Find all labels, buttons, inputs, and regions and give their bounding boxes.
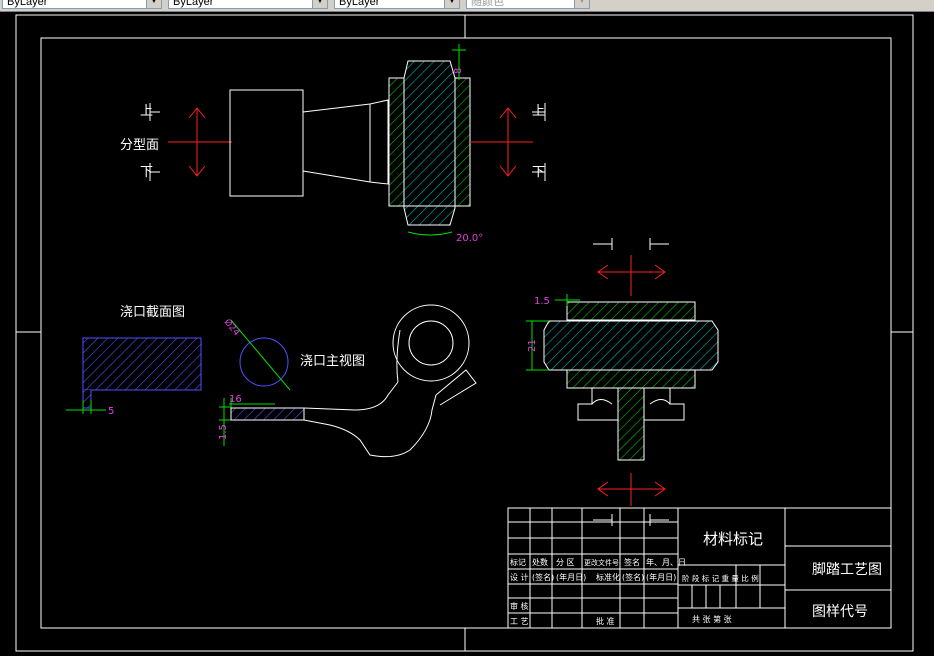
drawing-canvas[interactable]: 上 分型面 下 8 20.0° 上 下 浇口截面图 5 Ø24 浇口主视图 16… (0, 12, 934, 656)
lineweight-combo-value: ByLayer (339, 0, 380, 8)
parting-surface-label: 分型面 (120, 138, 159, 153)
hub-section-view: 1.5 21 (526, 238, 719, 506)
cad-application-window: ByLayer ▼ ByLayer ▼ ByLayer ▼ 随颜色 ▼ 上 分型… (0, 0, 934, 656)
section-arrow-top (597, 255, 666, 296)
linetype-combo[interactable]: ByLayer ▼ (168, 0, 328, 9)
drawing-number: 图样代号 (812, 604, 868, 620)
tb-row-b-3: 标准化 (596, 572, 620, 582)
chevron-down-icon[interactable]: ▼ (146, 0, 161, 8)
tb-row-a-0: 标记 (510, 557, 526, 567)
upper-plate (566, 301, 696, 321)
tb-sheet-labels: 共 张 第 张 (692, 614, 732, 624)
stem (617, 387, 645, 461)
material-mark: 材料标记 (703, 530, 763, 548)
tb-row-a-3: 更改文件号 (584, 558, 619, 567)
gate-section-rect (82, 337, 202, 391)
hub-core-section (403, 60, 456, 226)
gate-section-view: 浇口截面图 5 (66, 305, 202, 417)
dim-top-thickness: 8 (453, 68, 464, 74)
tb-row-b-2: (年月日) (556, 572, 586, 582)
hub-plate-right (454, 77, 471, 207)
hub-plate-left (388, 77, 405, 207)
gate-main-view-label: 浇口主视图 (300, 354, 365, 369)
chevron-down-icon[interactable]: ▼ (444, 0, 459, 8)
properties-toolbar: ByLayer ▼ ByLayer ▼ ByLayer ▼ 随颜色 ▼ (0, 0, 934, 12)
gate-main-view: Ø24 浇口主视图 16 1.5 (218, 304, 477, 458)
title-block: 标记 处数 分 区 更改文件号 签名 年、月、日 设 计 (签名) (年月日) … (507, 507, 892, 629)
dim-draft-angle: 20.0° (456, 233, 483, 244)
linetype-combo-value: ByLayer (173, 0, 214, 8)
tb-row-b-4: (签名) (622, 572, 644, 582)
tb-row-b-0: 设 计 (510, 572, 529, 582)
gate-section-label: 浇口截面图 (120, 305, 185, 320)
up-label-left: 上 (140, 104, 153, 119)
dim-section-height: 21 (527, 339, 538, 352)
tb-row-a-2: 分 区 (556, 558, 575, 567)
parting-arrow-left (168, 107, 232, 177)
parting-arrow-right (470, 107, 533, 177)
down-label-left: 下 (140, 165, 153, 180)
tb-row-c-0: 审 核 (510, 601, 529, 611)
dim-gate-length: 16 (229, 394, 242, 405)
pedal-arm-side-outline (303, 304, 477, 458)
tb-row-c-2: 批 准 (596, 616, 615, 626)
dim-section-offset: 1.5 (534, 296, 550, 307)
hub-section-core (543, 320, 719, 371)
chevron-down-icon[interactable]: ▼ (312, 0, 327, 8)
section-arrow-bottom (597, 473, 666, 506)
chevron-down-icon[interactable]: ▼ (574, 0, 589, 8)
tb-row-b-5: (年月日) (646, 572, 676, 582)
tb-row-a-5: 年、月、日 (646, 557, 686, 567)
tb-row-c-1: 工 艺 (510, 617, 529, 626)
down-label-right: 下 (532, 165, 545, 180)
gate-runner (230, 407, 305, 421)
tb-row-a-4: 签名 (624, 557, 640, 567)
tb-row-b-1: (签名) (532, 572, 554, 582)
lower-plate (566, 369, 696, 389)
dim-gate-width: 5 (108, 406, 114, 417)
up-label-right: 上 (532, 104, 545, 119)
layer-combo[interactable]: ByLayer ▼ (2, 0, 162, 9)
dim-gate-diameter: Ø24 (222, 317, 243, 338)
lineweight-combo[interactable]: ByLayer ▼ (334, 0, 460, 9)
tb-stage-labels: 阶 段 标 记 重 量 比 例 (682, 573, 759, 583)
tb-row-a-1: 处数 (532, 557, 548, 567)
pedal-arm-outline (229, 89, 389, 197)
dim-gate-height: 1.5 (218, 424, 229, 440)
layer-combo-value: ByLayer (7, 0, 48, 8)
drawing-title: 脚踏工艺图 (812, 562, 882, 578)
pedal-top-view: 上 分型面 下 8 20.0° 上 下 (120, 44, 546, 244)
plotstyle-combo[interactable]: 随颜色 ▼ (466, 0, 590, 9)
plotstyle-combo-value: 随颜色 (471, 0, 504, 8)
